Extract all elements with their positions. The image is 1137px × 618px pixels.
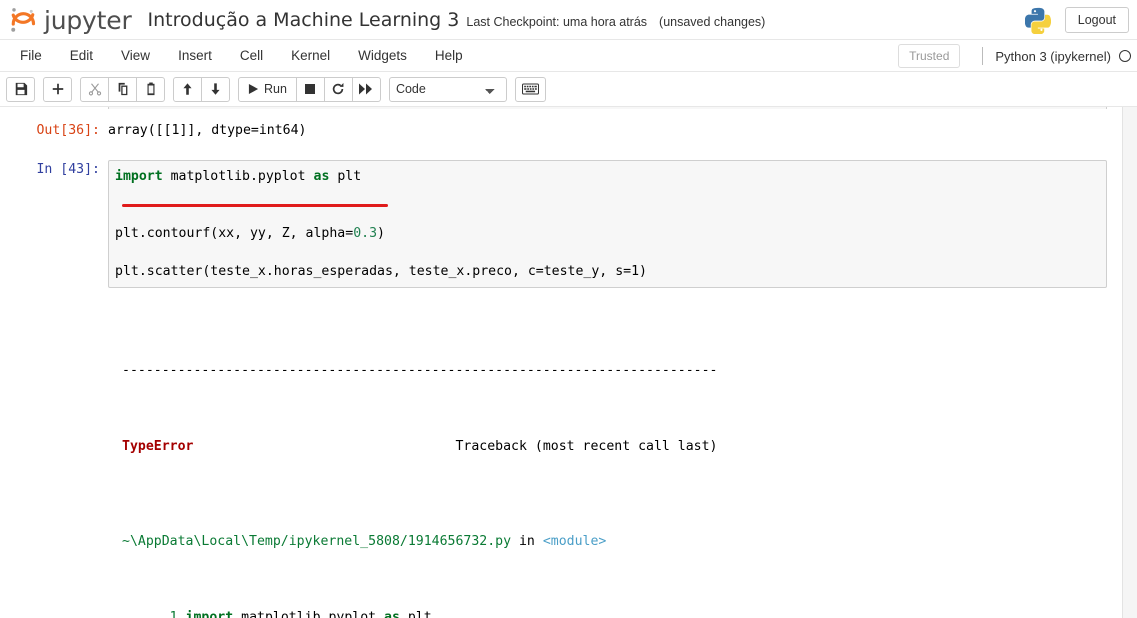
input-prompt-43: In [43]: — [36, 162, 100, 177]
python-logo-icon — [1024, 7, 1051, 34]
error-type-label: TypeError — [122, 439, 194, 454]
kernel-name-label: Python 3 (ipykernel) — [995, 48, 1111, 64]
code-token-module: matplotlib.pyplot — [162, 169, 314, 184]
arrow-down-icon — [211, 83, 220, 95]
menubar-divider — [982, 47, 984, 65]
fast-forward-icon — [359, 83, 373, 95]
red-underline-annotation — [122, 204, 388, 207]
save-icon — [15, 82, 27, 96]
code-cell-43[interactable]: In [43]: import matplotlib.pyplot as plt… — [0, 160, 1137, 288]
clipped-code-cell-above[interactable] — [108, 107, 1107, 109]
jupyter-logo[interactable]: jupyter — [8, 5, 132, 35]
output-cell-36: Out[36]: array([[1]], dtype=int64) — [0, 121, 1137, 140]
copy-button[interactable] — [108, 76, 137, 102]
arrow-up-icon — [183, 83, 192, 95]
frame1-kw-import: import — [185, 610, 234, 618]
menubar-right-group: Trusted Python 3 (ipykernel) — [898, 40, 1131, 72]
save-button[interactable] — [6, 76, 35, 102]
frame1-line-1: 1 import matplotlib.pyplot as plt — [122, 608, 1127, 618]
toolbar-group-file — [6, 76, 35, 102]
toolbar-group-palette — [514, 76, 546, 102]
traceback-divider: ----------------------------------------… — [122, 363, 718, 378]
output-prompt-36: Out[36]: — [36, 123, 100, 138]
last-checkpoint-label: Last Checkpoint: uma hora atrás — [466, 14, 648, 29]
frame1-path: ~\AppData\Local\Temp/ipykernel_5808/1914… — [122, 534, 512, 549]
error-traceback-output: ----------------------------------------… — [0, 304, 1137, 618]
menu-item-cell[interactable]: Cell — [226, 43, 277, 68]
jupyter-logo-icon — [11, 7, 36, 32]
scissors-icon — [88, 83, 101, 96]
code-token-import: import — [115, 169, 163, 184]
notebook-title[interactable]: Introdução a Machine Learning 3 — [148, 9, 460, 31]
kernel-idle-circle-icon[interactable] — [1119, 50, 1131, 62]
traceback-frame-1-header: ~\AppData\Local\Temp/ipykernel_5808/1914… — [122, 532, 1127, 551]
traceback-error-header: TypeError Traceback (most recent call la… — [122, 437, 1127, 456]
logout-button[interactable]: Logout — [1064, 7, 1129, 33]
paste-button[interactable] — [136, 76, 165, 102]
header-right-group: Logout — [1024, 0, 1129, 40]
copy-icon — [118, 82, 127, 96]
jupyter-notebook-app: jupyter Introdução a Machine Learning 3 … — [0, 0, 1137, 618]
play-icon — [248, 83, 259, 95]
menu-item-widgets[interactable]: Widgets — [344, 43, 421, 68]
menu-item-help[interactable]: Help — [421, 43, 477, 68]
code-editor-43[interactable]: import matplotlib.pyplot as plt plt.cont… — [108, 160, 1107, 288]
command-palette-button[interactable] — [514, 76, 546, 102]
move-cell-down-button[interactable] — [201, 76, 230, 102]
traceback-header-spacer — [193, 439, 455, 454]
plus-icon — [52, 83, 63, 95]
frame1-func: <module> — [542, 534, 607, 549]
app-header: jupyter Introdução a Machine Learning 3 … — [0, 0, 1137, 40]
code-token-contourf-call: plt.contourf(xx, yy, Z, alpha= — [115, 226, 354, 241]
notebook-scrollbar-track[interactable] — [1122, 107, 1137, 618]
menu-item-edit[interactable]: Edit — [56, 43, 107, 68]
cell-type-select[interactable]: Code — [388, 76, 507, 102]
keyboard-icon — [521, 83, 539, 95]
unsaved-changes-label: (unsaved changes) — [659, 14, 766, 29]
menu-item-view[interactable]: View — [107, 43, 164, 68]
paste-icon — [147, 82, 154, 96]
toolbar-group-move — [173, 76, 230, 102]
frame1-kw-as: as — [384, 610, 400, 618]
notebook-toolbar: Run Code — [0, 72, 1137, 107]
frame1-code-alias: plt — [399, 610, 432, 618]
toolbar-group-insert — [43, 76, 72, 102]
toolbar-group-clipboard — [80, 76, 165, 102]
move-cell-up-button[interactable] — [173, 76, 202, 102]
run-button[interactable]: Run — [238, 76, 297, 102]
restart-kernel-button[interactable] — [323, 76, 353, 102]
code-token-close-paren: ) — [377, 226, 385, 241]
jupyter-logo-text: jupyter — [44, 6, 132, 35]
notebook-body[interactable]: Out[36]: array([[1]], dtype=int64) In [4… — [0, 107, 1137, 618]
code-token-scatter-call: plt.scatter(teste_x.horas_esperadas, tes… — [115, 264, 647, 279]
frame1-code-mod: matplotlib.pyplot — [233, 610, 385, 618]
stop-square-icon — [305, 84, 316, 94]
menu-bar: File Edit View Insert Cell Kernel Widget… — [0, 40, 1137, 72]
frame1-lineno-1: 1 — [169, 610, 178, 618]
restart-and-run-all-button[interactable] — [351, 76, 381, 102]
traceback-header-right: Traceback (most recent call last) — [455, 439, 718, 454]
code-token-alias: plt — [329, 169, 362, 184]
frame1-in-word: in — [511, 534, 543, 549]
trusted-indicator[interactable]: Trusted — [898, 44, 961, 68]
restart-circle-icon — [333, 83, 344, 95]
interrupt-kernel-button[interactable] — [295, 76, 325, 102]
menu-item-insert[interactable]: Insert — [164, 43, 226, 68]
cut-button[interactable] — [80, 76, 109, 102]
menu-item-kernel[interactable]: Kernel — [277, 43, 344, 68]
menu-item-file[interactable]: File — [6, 43, 56, 68]
toolbar-group-run: Run — [238, 76, 381, 102]
output-text-36: array([[1]], dtype=int64) — [108, 123, 307, 138]
insert-cell-below-button[interactable] — [43, 76, 72, 102]
code-token-as: as — [313, 169, 330, 184]
code-token-alpha-value: 0.3 — [353, 226, 378, 241]
run-button-label: Run — [264, 82, 287, 96]
